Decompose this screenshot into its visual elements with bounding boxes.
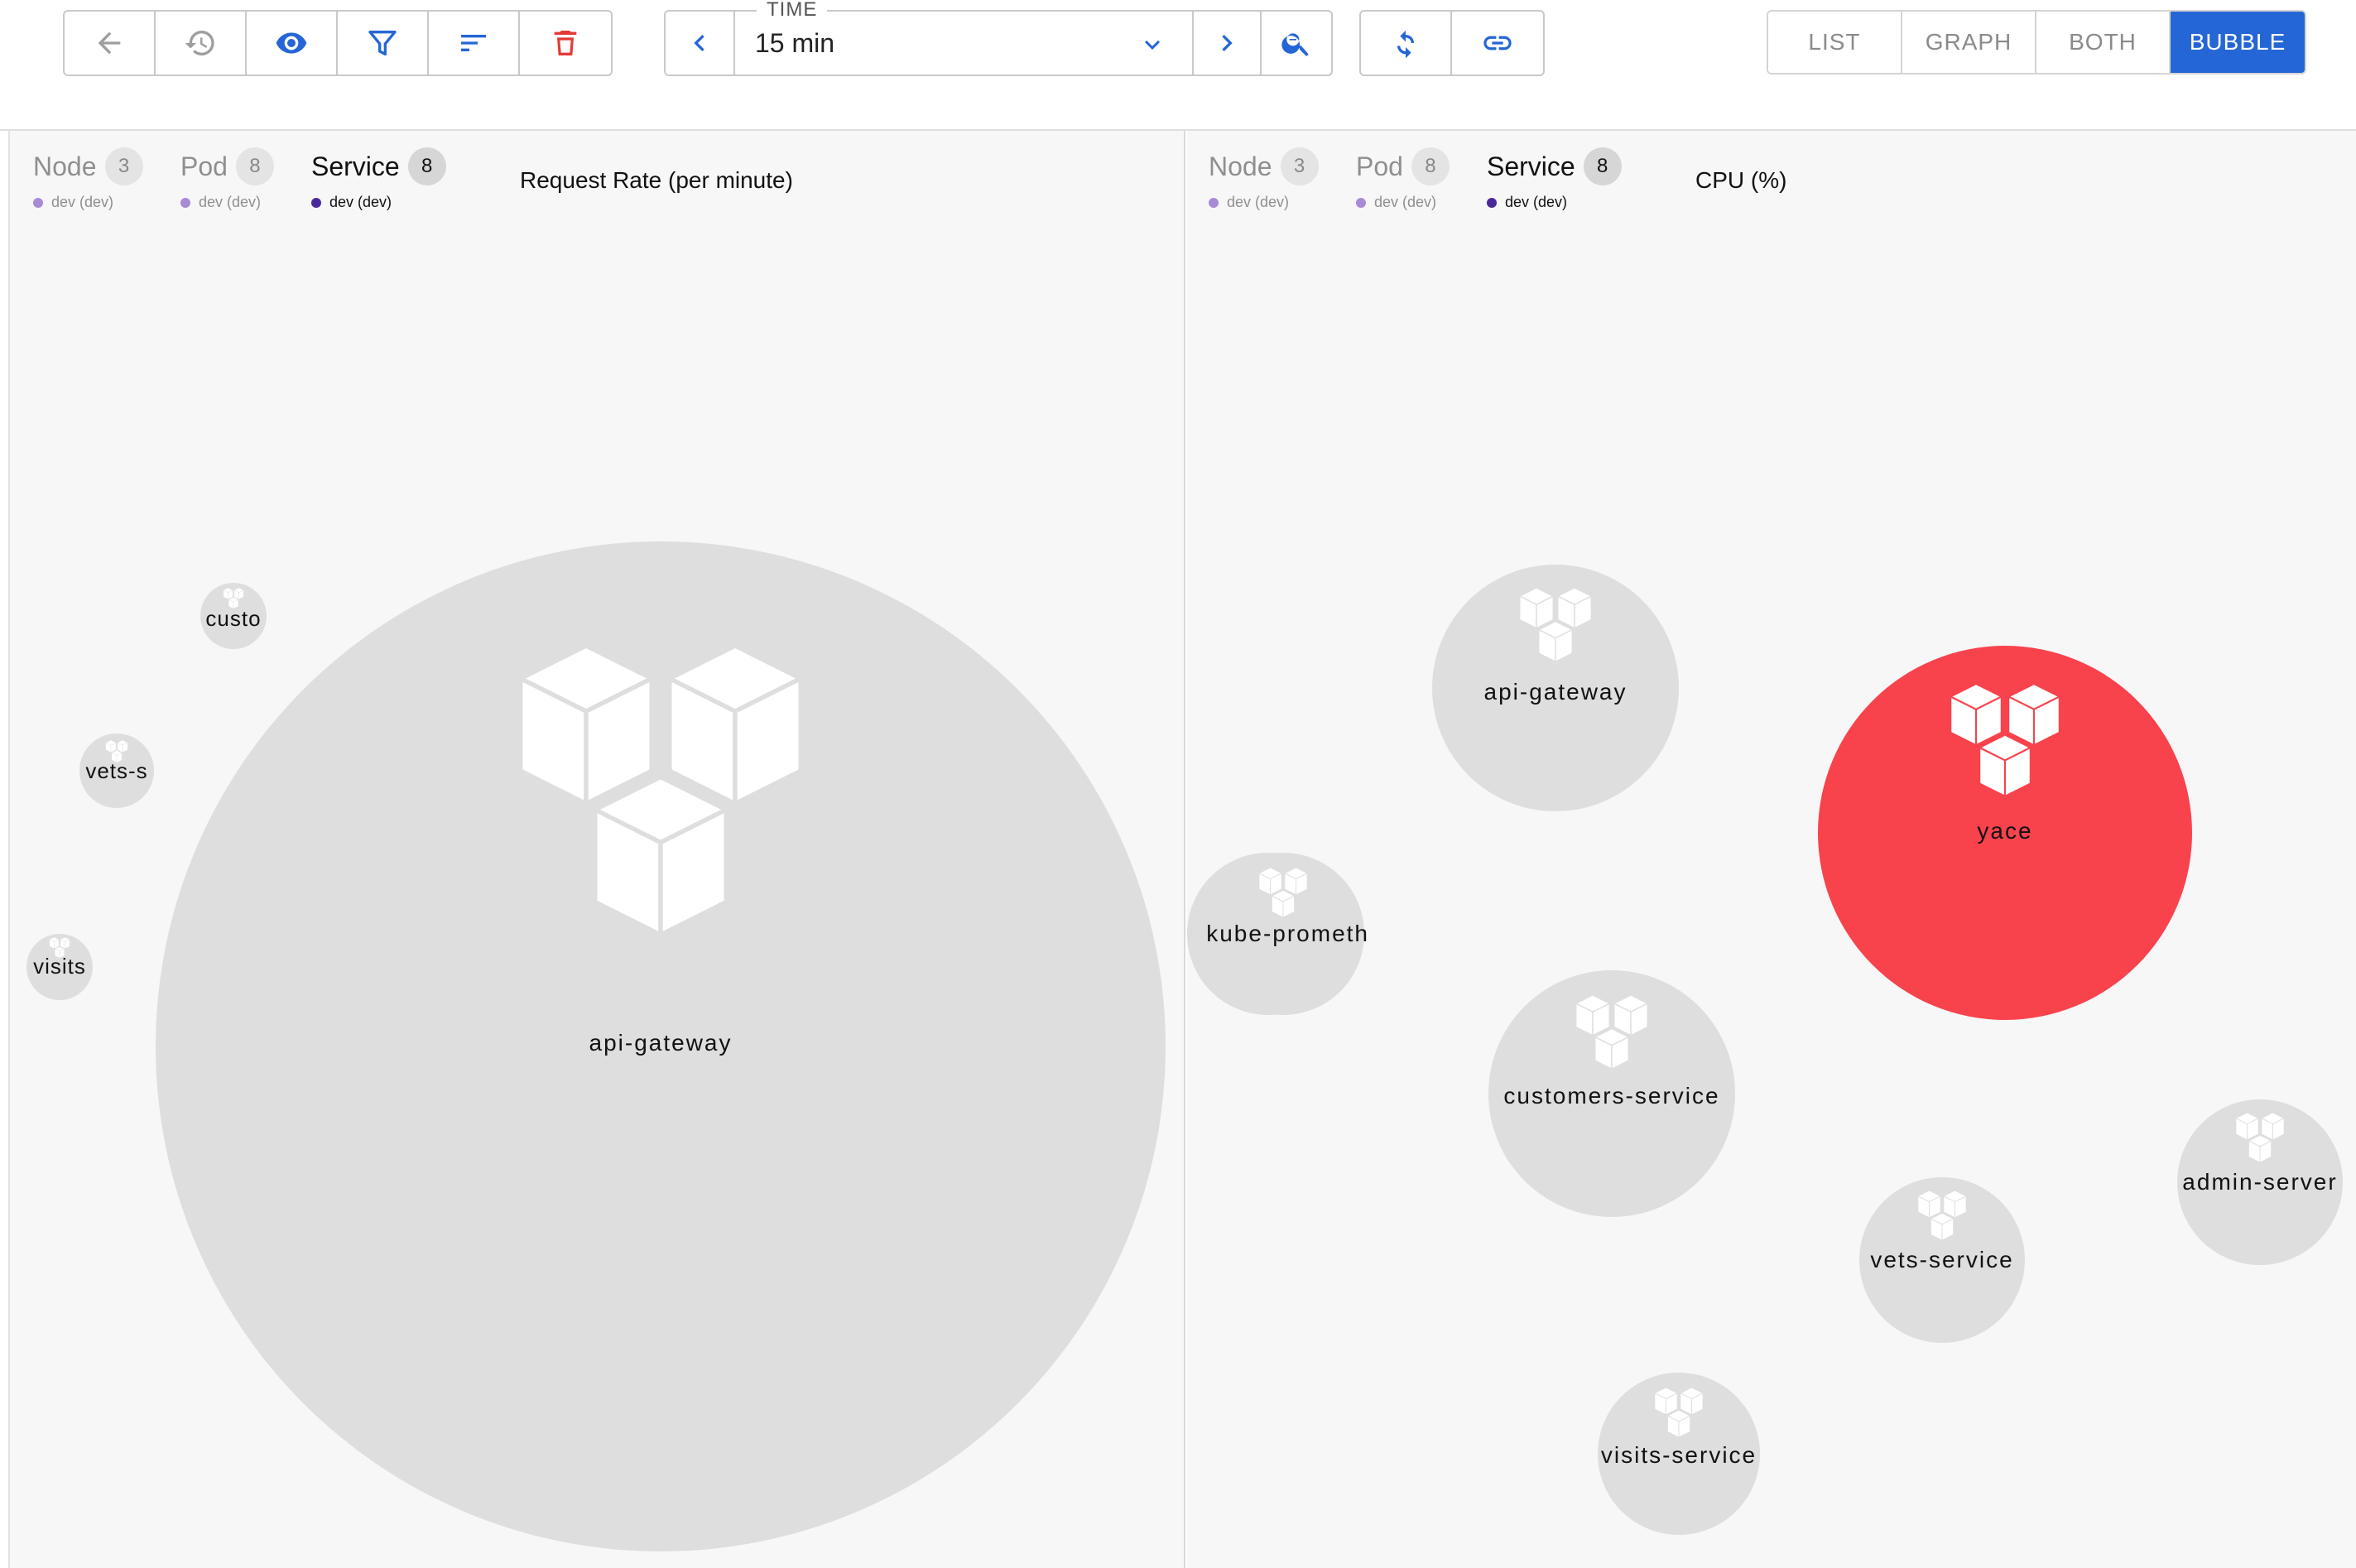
sort-icon: [461, 35, 486, 51]
cubes-icon: [1257, 868, 1309, 919]
legend-dot: [180, 197, 190, 208]
view-mode-toggle: LIST GRAPH BOTH BUBBLE: [1767, 10, 2306, 75]
chevron-down-icon: [1145, 40, 1160, 50]
cubes-icon: [1947, 684, 2063, 800]
legend-pod[interactable]: Pod 8 dev (dev): [1356, 147, 1450, 211]
cubes-icon: [1653, 1388, 1704, 1439]
cubes-icon: [1517, 588, 1594, 664]
legend-node[interactable]: Node 3 dev (dev): [1209, 147, 1319, 211]
legend-pod-count: 8: [235, 147, 274, 185]
refresh-icon: [1397, 31, 1414, 59]
bubble-label: custo: [205, 606, 262, 631]
legend-service-sub: dev (dev): [1505, 194, 1568, 210]
back-button[interactable]: [65, 12, 156, 75]
bubble-customers-service[interactable]: customers-service: [1488, 970, 1735, 1217]
toolbar: TIME 15 min LIST GRAPH BOTH BUBBLE: [0, 0, 2356, 131]
legend-dot: [311, 197, 321, 208]
back-icon: [98, 31, 121, 55]
filter-button[interactable]: [338, 12, 429, 75]
cubes-icon: [2234, 1113, 2286, 1164]
legend-pod-sub: dev (dev): [199, 194, 262, 210]
time-prev-button[interactable]: [666, 12, 735, 75]
view-both-button[interactable]: BOTH: [2036, 12, 2171, 73]
legend-dot: [33, 197, 43, 208]
zoom-out-button[interactable]: [1262, 12, 1331, 75]
history-button[interactable]: [156, 12, 247, 75]
legend-pod-label: Pod: [180, 151, 228, 181]
view-graph-button[interactable]: GRAPH: [1902, 12, 2036, 73]
legend-dot: [1356, 197, 1366, 208]
history-icon: [185, 31, 214, 55]
delete-icon: [554, 31, 577, 55]
legend-node-sub: dev (dev): [1227, 194, 1290, 210]
bubble-visits-service[interactable]: visits: [26, 934, 93, 1000]
bubble-api-gateway[interactable]: api-gateway: [156, 541, 1166, 1551]
legend-service-sub: dev (dev): [329, 194, 392, 210]
legend-pod[interactable]: Pod 8 dev (dev): [180, 147, 274, 211]
chevron-right-icon: [1222, 35, 1233, 51]
bubble-admin-server[interactable]: admin-server: [2177, 1099, 2343, 1265]
link-icon: [1483, 36, 1512, 51]
legend-dot: [1487, 197, 1497, 208]
legend-node-sub: dev (dev): [51, 194, 114, 210]
bubble-label: visits-service: [1600, 1442, 1757, 1468]
zoom-out-icon: [1281, 33, 1309, 56]
bubble-vets-service[interactable]: vets-s: [79, 733, 154, 808]
metric-title: Request Rate (per minute): [520, 167, 793, 193]
legend-node-label: Node: [1209, 151, 1272, 181]
bubble-label: vets-service: [1870, 1247, 2014, 1272]
legend-service-label: Service: [1487, 151, 1575, 181]
legend-pod-label: Pod: [1356, 151, 1403, 181]
legend-node-count: 3: [104, 147, 143, 185]
legend-node-count: 3: [1280, 147, 1319, 185]
bubble-label: admin-server: [2182, 1169, 2338, 1195]
metric-title: CPU (%): [1695, 167, 1787, 193]
bubble-label: api-gateway: [589, 1030, 733, 1056]
filter-icon: [368, 31, 397, 56]
cubes-icon: [512, 646, 810, 944]
legend-pod-count: 8: [1411, 147, 1450, 185]
bubble-label: vets-s: [85, 758, 148, 783]
refresh-button[interactable]: [1361, 12, 1452, 75]
bubble-label: visits: [33, 954, 86, 979]
legend-service-count: 8: [407, 147, 446, 185]
bubble-visits-service[interactable]: visits-service: [1598, 1373, 1760, 1535]
time-range-select[interactable]: 15 min: [735, 12, 1192, 75]
bubble-label: customers-service: [1503, 1083, 1720, 1109]
cubes-icon: [1574, 995, 1650, 1071]
legend-service-label: Service: [311, 151, 400, 181]
bubble-label: api-gateway: [1483, 679, 1628, 705]
legend-node-label: Node: [33, 151, 97, 181]
legend-service[interactable]: Service 8 dev (dev): [311, 147, 446, 211]
legend-node[interactable]: Node 3 dev (dev): [33, 147, 143, 211]
cpu-panel: Node 3 dev (dev) Pod 8 dev (dev) Service 8 …: [1187, 131, 2356, 1568]
time-next-button[interactable]: [1192, 12, 1262, 75]
bubble-vets-service[interactable]: vets-service: [1859, 1177, 2025, 1343]
view-list-button[interactable]: LIST: [1768, 12, 1902, 73]
legend-service-count: 8: [1583, 147, 1622, 185]
chevron-left-icon: [694, 35, 704, 51]
bubble-customers-service[interactable]: custo: [200, 583, 267, 649]
link-button[interactable]: [1452, 12, 1543, 75]
view-bubble-button[interactable]: BUBBLE: [2171, 12, 2305, 73]
action-button-group: [63, 10, 613, 76]
request-rate-panel: Node 3 dev (dev) Pod 8 dev (dev) Service 8 …: [10, 131, 1185, 1568]
left-edge-strip: [0, 0, 10, 1568]
legend-dot: [1209, 197, 1219, 208]
cubes-icon: [1916, 1190, 1968, 1242]
legend-pod-sub: dev (dev): [1374, 194, 1437, 210]
delete-button[interactable]: [520, 12, 611, 75]
bubble-label: yace: [1977, 818, 2033, 844]
legend-service[interactable]: Service 8 dev (dev): [1487, 147, 1622, 211]
bubble-label-kube-prometheus: kube-prometh: [1206, 921, 1369, 946]
eye-icon: [276, 32, 307, 54]
bubble-yace[interactable]: yace: [1818, 646, 2192, 1020]
bubble-api-gateway[interactable]: api-gateway: [1432, 565, 1679, 811]
time-range-control: TIME 15 min: [664, 0, 1333, 76]
sort-button[interactable]: [429, 12, 520, 75]
refresh-link-group: [1359, 10, 1545, 76]
time-range-value: 15 min: [755, 27, 835, 58]
visibility-button[interactable]: [247, 12, 338, 75]
